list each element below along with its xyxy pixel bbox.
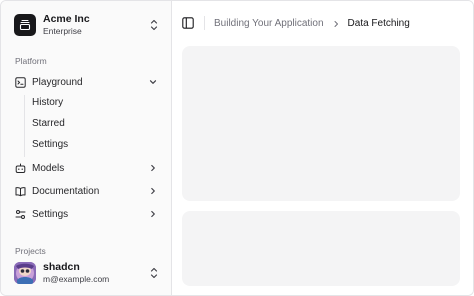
nav-item-settings[interactable]: Settings xyxy=(9,204,164,224)
team-plan: Enterprise xyxy=(43,25,82,36)
main-content: Building Your Application Data Fetching xyxy=(172,1,473,295)
settings-2-icon xyxy=(15,209,26,220)
header: Building Your Application Data Fetching xyxy=(172,1,473,45)
nav-item-documentation[interactable]: Documentation xyxy=(9,181,164,201)
chevron-right-icon xyxy=(151,164,155,172)
bot-icon xyxy=(15,163,26,174)
nav-label-settings: Settings xyxy=(32,208,69,220)
gallery-vertical-end-icon xyxy=(14,14,36,36)
avatar xyxy=(14,262,36,284)
user-email: m@example.com xyxy=(43,273,110,284)
group-label-projects: Projects xyxy=(15,246,46,256)
app-window: Acme Inc Enterprise Platform Playground xyxy=(0,0,474,296)
chevrons-up-down-icon xyxy=(150,267,158,279)
chevron-right-icon xyxy=(334,20,338,27)
nav-item-playground[interactable]: Playground xyxy=(9,72,164,92)
breadcrumb-link[interactable]: Building Your Application xyxy=(214,18,324,29)
sub-item-settings[interactable]: Settings xyxy=(32,139,68,150)
user-menu[interactable]: shadcn m@example.com xyxy=(7,257,165,289)
nav-item-models[interactable]: Models xyxy=(9,158,164,178)
content-panel xyxy=(182,211,460,286)
user-name: shadcn xyxy=(43,260,80,273)
team-name: Acme Inc xyxy=(43,12,90,25)
header-divider xyxy=(204,16,205,30)
nav-label-models: Models xyxy=(32,162,65,174)
chevrons-up-down-icon xyxy=(150,19,158,31)
breadcrumb-current-page: Data Fetching xyxy=(347,18,410,29)
chevron-down-icon[interactable] xyxy=(148,77,158,87)
nav-label-documentation: Documentation xyxy=(32,185,100,197)
square-terminal-icon xyxy=(15,76,26,88)
panel-left-icon[interactable] xyxy=(182,17,194,29)
group-label-platform: Platform xyxy=(15,56,47,66)
chevron-right-icon xyxy=(151,187,155,195)
team-switcher[interactable]: Acme Inc Enterprise xyxy=(7,8,165,42)
submenu-rail xyxy=(24,95,25,157)
sidebar: Acme Inc Enterprise Platform Playground xyxy=(1,1,172,295)
book-open-icon xyxy=(15,186,26,197)
chevron-right-icon xyxy=(151,210,155,218)
content-panel xyxy=(182,46,460,201)
nav-label-playground: Playground xyxy=(32,76,83,88)
sub-item-starred[interactable]: Starred xyxy=(32,118,65,129)
breadcrumb: Building Your Application Data Fetching xyxy=(214,18,410,29)
sub-item-history[interactable]: History xyxy=(32,97,63,108)
